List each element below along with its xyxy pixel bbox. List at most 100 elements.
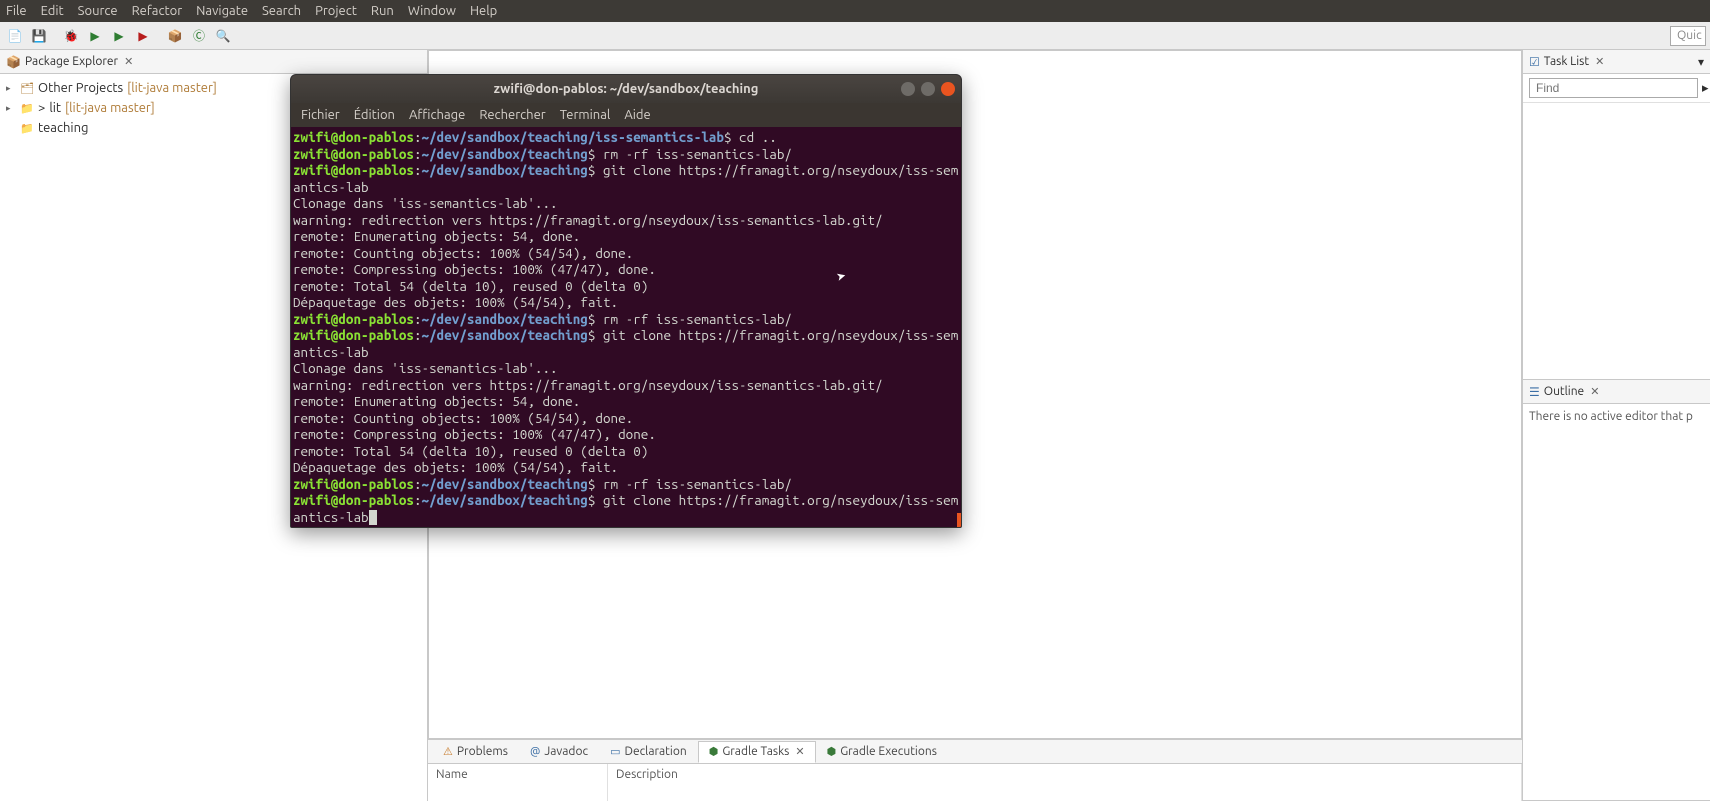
expand-icon[interactable]: ▸ <box>6 103 16 114</box>
menu-window[interactable]: Window <box>408 4 456 18</box>
menu-source[interactable]: Source <box>78 4 118 18</box>
menu-edit[interactable]: Edit <box>41 4 64 18</box>
prompt-user: zwifi@don-pablos <box>293 492 414 508</box>
new-icon[interactable]: 📄 <box>4 25 26 47</box>
prompt-user: zwifi@don-pablos <box>293 129 414 145</box>
term-output: remote: Counting objects: 100% (54/54), … <box>293 245 633 261</box>
ext-tools-icon[interactable]: ▶ <box>132 25 154 47</box>
tab-label: Declaration <box>624 745 686 758</box>
cmd: rm -rf iss-semantics-lab/ <box>595 146 792 162</box>
prompt-path: ~/dev/sandbox/teaching <box>422 476 588 492</box>
outline-body: There is no active editor that p <box>1523 404 1710 800</box>
terminal-titlebar[interactable]: zwifi@don-pablos: ~/dev/sandbox/teaching <box>291 75 961 103</box>
menu-run[interactable]: Run <box>371 4 394 18</box>
task-list-body[interactable] <box>1523 103 1710 379</box>
term-output: remote: Enumerating objects: 54, done. <box>293 228 580 244</box>
term-output: remote: Compressing objects: 100% (47/47… <box>293 426 656 442</box>
run-icon[interactable]: ▶ <box>84 25 106 47</box>
debug-icon[interactable]: 🐞 <box>60 25 82 47</box>
maximize-icon[interactable] <box>921 82 935 96</box>
tab-gradle-executions[interactable]: ⬢ Gradle Executions <box>816 741 948 763</box>
menu-help[interactable]: Help <box>470 4 497 18</box>
task-list-icon: ☑ <box>1529 55 1540 69</box>
save-icon[interactable]: 💾 <box>28 25 50 47</box>
cmd: rm -rf iss-semantics-lab/ <box>595 476 792 492</box>
term-menu-affichage[interactable]: Affichage <box>409 108 465 122</box>
menu-project[interactable]: Project <box>315 4 357 18</box>
column-description[interactable]: Description <box>608 764 1522 801</box>
close-icon[interactable] <box>941 82 955 96</box>
new-class-icon[interactable]: Ⓒ <box>188 25 210 47</box>
branch-label: [lit-java master] <box>127 81 217 95</box>
close-icon[interactable]: ✕ <box>124 55 133 68</box>
task-find-input[interactable] <box>1529 78 1698 98</box>
term-output: remote: Compressing objects: 100% (47/47… <box>293 261 656 277</box>
task-toolbar-icon[interactable]: ▾ <box>1698 55 1704 69</box>
term-menu-edition[interactable]: Édition <box>354 108 395 122</box>
term-output: remote: Total 54 (delta 10), reused 0 (d… <box>293 278 648 294</box>
column-name[interactable]: Name <box>428 764 608 801</box>
close-icon[interactable]: ✕ <box>1590 385 1599 398</box>
expand-icon[interactable]: ▸ <box>6 83 16 94</box>
close-icon[interactable]: ✕ <box>795 745 804 758</box>
term-menu-rechercher[interactable]: Rechercher <box>479 108 545 122</box>
task-list-controls: ▸ All ▸ <box>1523 74 1710 103</box>
project-icon: 📁 <box>20 102 34 115</box>
gradle-tasks-content[interactable]: Name Description <box>428 764 1522 801</box>
outline-header: ☰ Outline ✕ <box>1523 380 1710 404</box>
chevron-right-icon[interactable]: ▸ <box>1702 81 1709 96</box>
term-menu-fichier[interactable]: Fichier <box>301 108 340 122</box>
term-output: warning: redirection vers https://framag… <box>293 377 883 393</box>
minimize-icon[interactable] <box>901 82 915 96</box>
gradle-icon: ⬢ <box>827 745 837 758</box>
term-menu-terminal[interactable]: Terminal <box>560 108 611 122</box>
close-icon[interactable]: ✕ <box>1595 55 1604 68</box>
prompt-user: zwifi@don-pablos <box>293 327 414 343</box>
tab-declaration[interactable]: ▭ Declaration <box>599 741 698 763</box>
menu-refactor[interactable]: Refactor <box>132 4 183 18</box>
term-output: warning: redirection vers https://framag… <box>293 212 883 228</box>
terminal-body[interactable]: zwifi@don-pablos:~/dev/sandbox/teaching/… <box>291 127 961 527</box>
tree-prefix: > <box>38 101 45 115</box>
cmd: cd .. <box>732 129 777 145</box>
ide-main-menubar[interactable]: File Edit Source Refactor Navigate Searc… <box>0 0 1710 22</box>
scrollbar-thumb[interactable] <box>957 513 961 527</box>
term-output: remote: Counting objects: 100% (54/54), … <box>293 410 633 426</box>
tree-label: teaching <box>38 121 88 135</box>
prompt-user: zwifi@don-pablos <box>293 162 414 178</box>
mouse-pointer-icon: ➤ <box>835 268 849 286</box>
menu-search[interactable]: Search <box>262 4 301 18</box>
term-output: remote: Enumerating objects: 54, done. <box>293 393 580 409</box>
term-output: Clonage dans 'iss-semantics-lab'... <box>293 360 558 376</box>
tree-label: Other Projects <box>38 81 123 95</box>
cursor <box>369 510 377 525</box>
coverage-icon[interactable]: ▶ <box>108 25 130 47</box>
tab-label: Javadoc <box>544 745 588 758</box>
open-type-icon[interactable]: 🔍 <box>212 25 234 47</box>
terminal-menubar[interactable]: Fichier Édition Affichage Rechercher Ter… <box>291 103 961 127</box>
task-list-title: Task List <box>1544 55 1589 68</box>
prompt-path: ~/dev/sandbox/teaching <box>422 327 588 343</box>
cmd: rm -rf iss-semantics-lab/ <box>595 311 792 327</box>
prompt-user: zwifi@don-pablos <box>293 146 414 162</box>
term-output: Clonage dans 'iss-semantics-lab'... <box>293 195 558 211</box>
tab-javadoc[interactable]: @ Javadoc <box>519 741 599 763</box>
quick-access-input[interactable]: Quic <box>1670 26 1706 46</box>
prompt-path: ~/dev/sandbox/teaching <box>422 311 588 327</box>
ide-toolbar: 📄 💾 🐞 ▶ ▶ ▶ 📦 Ⓒ 🔍 Quic <box>0 22 1710 50</box>
outline-icon: ☰ <box>1529 385 1540 399</box>
declaration-icon: ▭ <box>610 745 620 758</box>
outline-title: Outline <box>1544 385 1584 398</box>
workingset-icon: 🗂 <box>20 82 34 95</box>
menu-navigate[interactable]: Navigate <box>196 4 248 18</box>
term-menu-aide[interactable]: Aide <box>624 108 650 122</box>
folder-icon: 📁 <box>20 122 34 135</box>
prompt-path: ~/dev/sandbox/teaching <box>422 492 588 508</box>
menu-file[interactable]: File <box>6 4 27 18</box>
tab-problems[interactable]: ⚠ Problems <box>432 741 519 763</box>
new-package-icon[interactable]: 📦 <box>164 25 186 47</box>
bottom-tabs: ⚠ Problems @ Javadoc ▭ Declaration ⬢ Gra… <box>428 740 1522 764</box>
tab-gradle-tasks[interactable]: ⬢ Gradle Tasks ✕ <box>698 741 816 763</box>
bottom-panel: ⚠ Problems @ Javadoc ▭ Declaration ⬢ Gra… <box>428 739 1522 801</box>
terminal-window[interactable]: zwifi@don-pablos: ~/dev/sandbox/teaching… <box>290 74 962 528</box>
